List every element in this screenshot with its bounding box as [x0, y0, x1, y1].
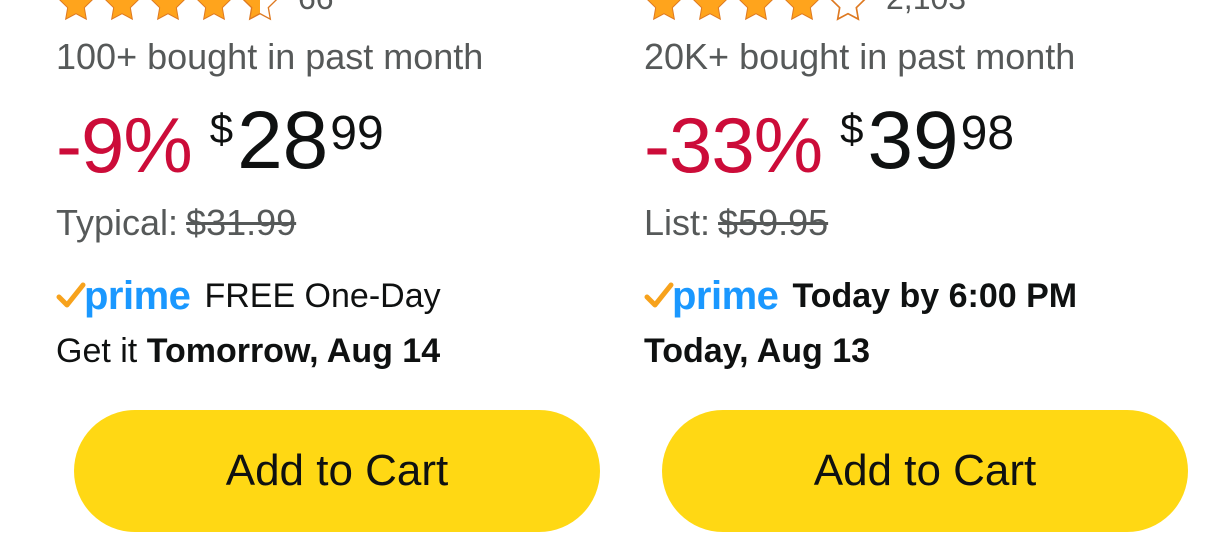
price-fraction: 99	[330, 107, 384, 160]
star-rating	[56, 0, 280, 24]
delivery-date: Today, Aug 13	[644, 332, 870, 371]
bought-count: 100+ bought in past month	[56, 36, 484, 77]
delivery-date-prefix: Get it	[56, 332, 138, 370]
current-price: $ 39 98	[840, 100, 1014, 182]
star-full-icon	[785, 0, 819, 21]
product-card[interactable]: 2,103 20K+ bought in past month -33% $ 3…	[644, 0, 1204, 557]
delivery-label: FREE One-Day	[204, 276, 441, 315]
price-whole: 39	[867, 95, 959, 186]
add-to-cart-button[interactable]: Add to Cart	[662, 410, 1188, 532]
prime-word: prime	[84, 274, 191, 318]
star-full-icon	[151, 0, 185, 21]
delivery-date-bold: Today, Aug 13	[644, 332, 871, 370]
reference-price-label: Typical:	[56, 202, 179, 243]
star-full-icon	[105, 0, 139, 21]
prime-delivery-row: prime FREE One-Day	[56, 276, 441, 316]
rating-row[interactable]: 2,103	[644, 0, 966, 26]
prime-check-icon	[56, 282, 86, 308]
rating-count[interactable]: 66	[298, 0, 334, 14]
prime-delivery-row: prime Today by 6:00 PM	[644, 276, 1077, 316]
star-full-icon	[693, 0, 727, 21]
star-full-icon	[739, 0, 773, 21]
prime-word: prime	[672, 274, 779, 318]
rating-count[interactable]: 2,103	[886, 0, 966, 14]
reference-price-row: List: $59.95	[644, 202, 828, 244]
star-rating	[644, 0, 868, 24]
price-symbol: $	[840, 105, 864, 152]
price-whole: 28	[237, 95, 329, 186]
reference-price-row: Typical: $31.99	[56, 202, 296, 244]
price-symbol: $	[209, 105, 234, 152]
delivery-date: Get it Tomorrow, Aug 14	[56, 332, 440, 371]
reference-price-label: List:	[644, 202, 711, 243]
prime-check-icon	[644, 282, 674, 308]
bought-count: 20K+ bought in past month	[644, 36, 1076, 77]
reference-price: $59.95	[718, 202, 829, 243]
rating-row[interactable]: 66	[56, 0, 334, 26]
discount-percent: -33%	[644, 101, 823, 189]
product-card[interactable]: 66 100+ bought in past month -9% $ 28 99…	[56, 0, 616, 557]
prime-logo: prime	[644, 274, 779, 318]
price-row: -33% $ 39 98	[644, 100, 1014, 189]
price-row: -9% $ 28 99	[56, 100, 384, 189]
prime-logo: prime	[56, 274, 191, 318]
star-full-icon	[59, 0, 93, 21]
reference-price: $31.99	[186, 202, 297, 243]
add-to-cart-button[interactable]: Add to Cart	[74, 410, 600, 532]
star-empty-icon	[830, 0, 866, 21]
delivery-label: Today by 6:00 PM	[792, 276, 1078, 315]
star-full-icon	[647, 0, 681, 21]
current-price: $ 28 99	[210, 100, 384, 182]
price-fraction: 98	[960, 107, 1015, 160]
star-full-icon	[197, 0, 231, 21]
discount-percent: -9%	[56, 101, 193, 189]
delivery-date-bold: Tomorrow, Aug 14	[146, 332, 441, 370]
star-half-icon	[242, 0, 278, 21]
